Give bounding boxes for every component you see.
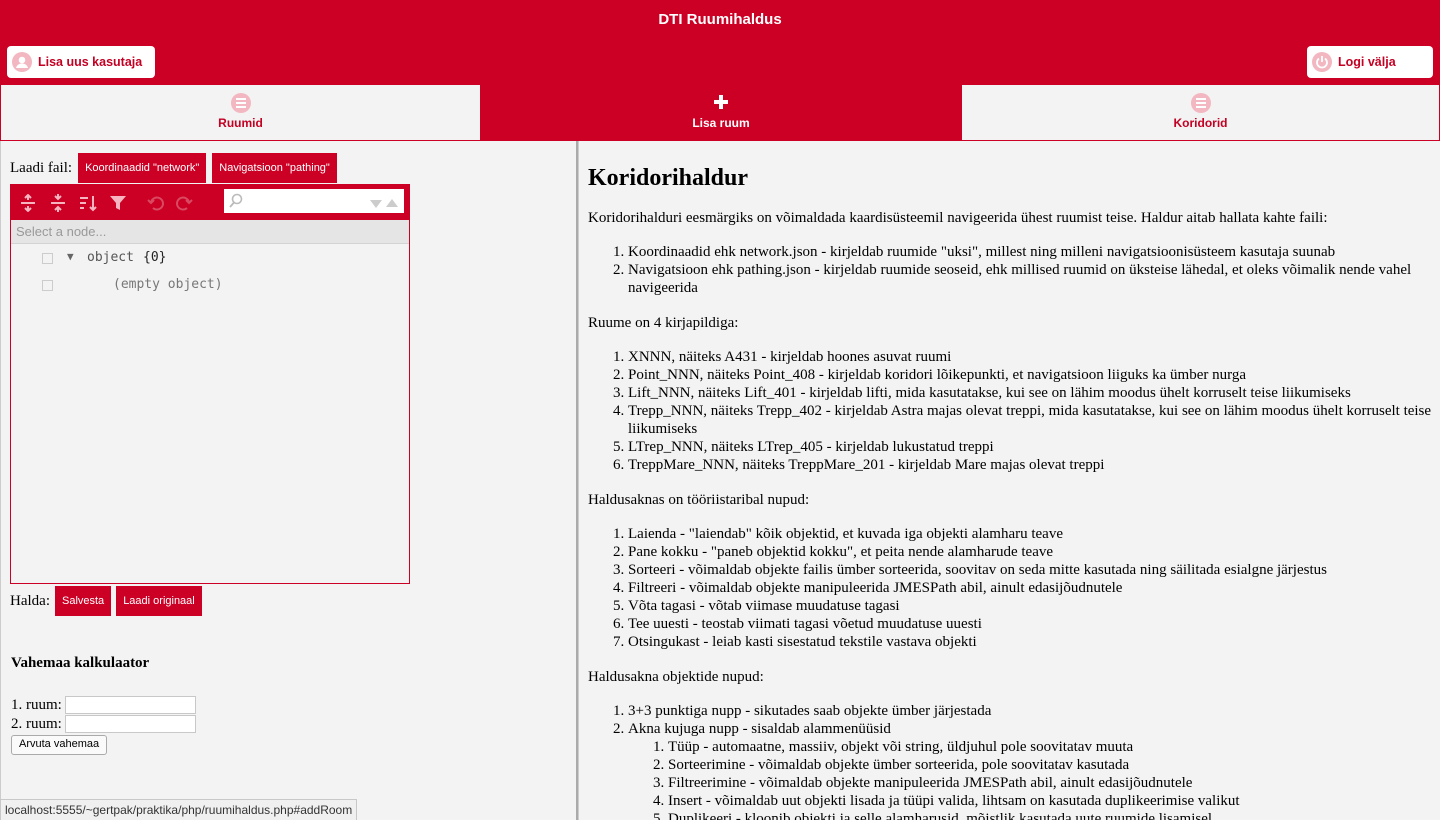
tab-ruumid[interactable]: Ruumid (0, 84, 481, 141)
rooms-intro: Ruume on 4 kirjapildiga: (588, 315, 739, 331)
expand-all-icon[interactable] (19, 193, 37, 213)
tree-row-root[interactable]: ▼ object {0} (11, 248, 409, 270)
list-item: Koordinaadid ehk network.json - kirjelda… (628, 243, 1433, 261)
editor-search[interactable] (224, 189, 404, 213)
list-item: Tüüp - automaatne, massiiv, objekt või s… (668, 738, 1433, 756)
list-item: Navigatsioon ehk pathing.json - kirjelda… (628, 261, 1433, 297)
logout-button[interactable]: Logi välja (1307, 46, 1433, 78)
user-icon (12, 52, 32, 72)
tab-label: Koridorid (1173, 116, 1228, 130)
undo-icon[interactable] (147, 194, 165, 212)
help-document: Koridorihaldur Koridorihalduri eesmärgik… (588, 141, 1433, 820)
toolbar-list: Laienda - "laiendab" kõik objektid, et k… (588, 525, 1433, 651)
sort-icon[interactable] (79, 194, 97, 212)
empty-object-label: (empty object) (113, 277, 223, 292)
list-item: TreppMare_NNN, näiteks TreppMare_201 - k… (628, 456, 1433, 474)
load-original-button[interactable]: Laadi originaal (116, 586, 202, 616)
app-title: DTI Ruumihaldus (658, 11, 782, 28)
expand-arrow-icon[interactable]: ▼ (67, 250, 74, 263)
editor-panel: Laadi fail: Koordinaadid "network" Navig… (0, 141, 578, 820)
list-item: Pane kokku - "paneb objektid kokku", et … (628, 543, 1433, 561)
list-item: Otsingukast - leiab kasti sisestatud tek… (628, 633, 1433, 651)
redo-icon[interactable] (175, 194, 193, 212)
tab-bar: Ruumid Lisa ruum Koridorid (0, 84, 1440, 141)
list-item: Sorteeri - võimaldab objekte failis ümbe… (628, 561, 1433, 579)
room1-label: 1. ruum: (11, 696, 62, 713)
toolbar-intro: Haldusaknas on tööriistaribal nupud: (588, 492, 810, 508)
search-icon (228, 193, 244, 209)
menu-icon (230, 93, 251, 113)
list-item: Tee uuesti - teostab viimati tagasi võet… (628, 615, 1433, 633)
list-item: 3+3 punktiga nupp - sikutades saab objek… (628, 702, 1433, 720)
editor-toolbar (11, 185, 409, 220)
calculate-distance-button[interactable]: Arvuta vahemaa (11, 735, 108, 755)
list-item: Insert - võimaldab uut objekti lisada ja… (668, 792, 1433, 810)
app-header: DTI Ruumihaldus Lisa uus kasutaja Logi v… (0, 0, 1440, 84)
node-navbar[interactable]: Select a node... (11, 220, 409, 244)
load-pathing-button[interactable]: Navigatsioon "pathing" (212, 153, 337, 183)
calculator-title: Vahemaa kalkulaator (11, 655, 150, 671)
room1-row: 1. ruum: (11, 696, 196, 714)
tab-label: Ruumid (218, 116, 263, 130)
power-icon (1312, 52, 1332, 72)
objects-intro: Haldusakna objektide nupud: (588, 669, 764, 685)
room2-label: 2. ruum: (11, 715, 62, 732)
list-item: Laienda - "laiendab" kõik objektid, et k… (628, 525, 1433, 543)
files-list: Koordinaadid ehk network.json - kirjelda… (588, 243, 1433, 297)
list-item: Akna kujuga nupp - sisaldab alammenüüsid… (628, 720, 1433, 820)
search-previous-icon[interactable] (386, 196, 398, 207)
tab-label: Lisa ruum (692, 116, 750, 130)
help-panel: Koridorihaldur Koridorihalduri eesmärgik… (578, 141, 1440, 820)
save-button[interactable]: Salvesta (54, 586, 112, 616)
submenu-list: Tüüp - automaatne, massiiv, objekt või s… (628, 738, 1433, 820)
room2-row: 2. ruum: (11, 715, 196, 733)
root-count: {0} (143, 250, 167, 265)
search-next-icon[interactable] (370, 197, 382, 208)
rooms-list: XNNN, näiteks A431 - kirjeldab hoones as… (588, 348, 1433, 474)
list-item: Duplikeeri - kloonib objekti ja selle al… (668, 810, 1433, 820)
tab-lisa-ruum[interactable]: Lisa ruum (481, 84, 961, 141)
list-item: Trepp_NNN, näiteks Trepp_402 - kirjeldab… (628, 402, 1433, 438)
load-file-label: Laadi fail: (10, 159, 73, 176)
collapse-all-icon[interactable] (49, 194, 67, 212)
plus-icon (714, 95, 728, 109)
load-file-row: Laadi fail: Koordinaadid "network" Navig… (10, 153, 337, 183)
drag-handle-icon[interactable] (42, 280, 53, 291)
status-bar-url: localhost:5555/~gertpak/praktika/php/ruu… (0, 799, 358, 820)
list-item: Lift_NNN, näiteks Lift_401 - kirjeldab l… (628, 384, 1433, 402)
room1-input[interactable] (64, 696, 196, 714)
list-item: LTrep_NNN, näiteks LTrep_405 - kirjeldab… (628, 438, 1433, 456)
logout-label: Logi välja (1338, 55, 1396, 69)
add-user-label: Lisa uus kasutaja (38, 55, 143, 69)
filter-icon[interactable] (109, 194, 127, 212)
list-item-text: Akna kujuga nupp - sisaldab alammenüüsid (628, 721, 891, 737)
json-editor: Select a node... ▼ object {0} (empty obj… (10, 184, 410, 584)
manage-label: Halda: (10, 592, 50, 609)
list-item: Filtreeri - võimaldab objekte manipuleer… (628, 579, 1433, 597)
list-item: Sorteerimine - võimaldab objekte ümber s… (668, 756, 1433, 774)
root-label: object (87, 250, 134, 265)
objects-list: 3+3 punktiga nupp - sikutades saab objek… (588, 702, 1433, 820)
doc-title: Koridorihaldur (588, 165, 749, 191)
add-user-button[interactable]: Lisa uus kasutaja (7, 46, 155, 78)
list-item: Point_NNN, näiteks Point_408 - kirjeldab… (628, 366, 1433, 384)
manage-row: Halda: Salvesta Laadi originaal (10, 586, 202, 616)
list-item: Filtreerimine - võimaldab objekte manipu… (668, 774, 1433, 792)
doc-intro: Koridorihalduri eesmärgiks on võimaldada… (588, 210, 1328, 226)
list-item: Võta tagasi - võtab viimase muudatuse ta… (628, 597, 1433, 615)
drag-handle-icon[interactable] (42, 253, 53, 264)
tab-koridorid[interactable]: Koridorid (961, 84, 1440, 141)
load-network-button[interactable]: Koordinaadid "network" (78, 153, 207, 183)
list-item: XNNN, näiteks A431 - kirjeldab hoones as… (628, 348, 1433, 366)
menu-icon (1190, 93, 1211, 113)
room2-input[interactable] (64, 715, 196, 733)
tree-row-empty: (empty object) (11, 275, 409, 297)
